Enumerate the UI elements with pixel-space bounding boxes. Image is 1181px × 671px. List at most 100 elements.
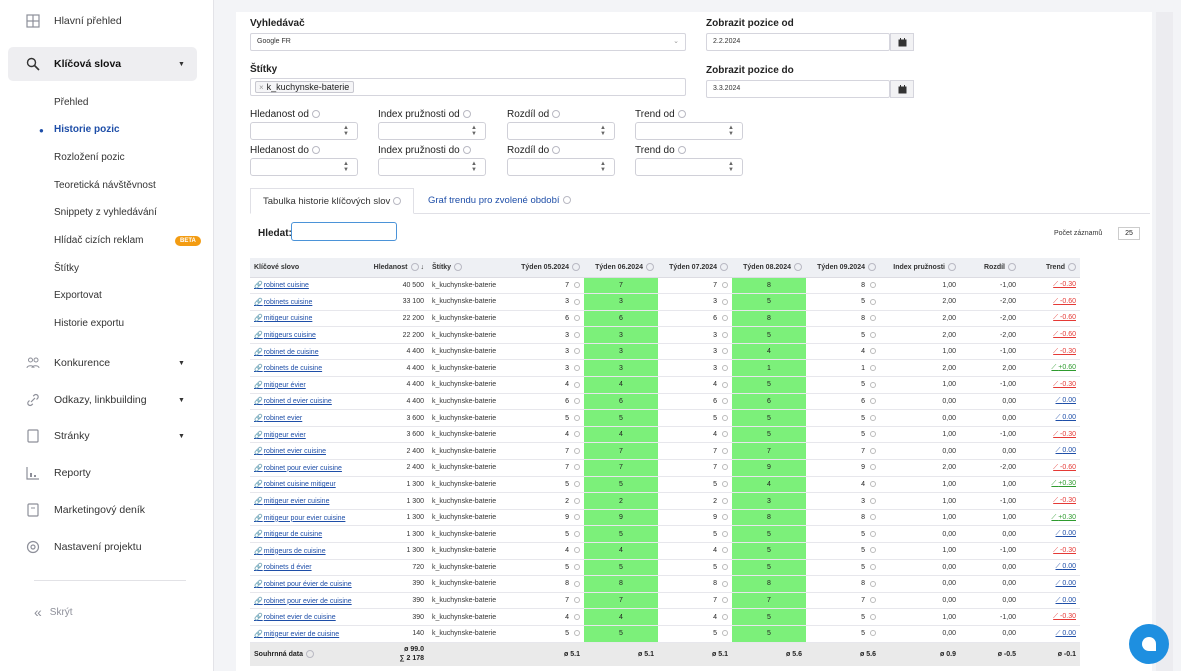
- info-icon[interactable]: [574, 630, 580, 637]
- info-icon[interactable]: [574, 564, 580, 571]
- subnav-stitky[interactable]: Štítky: [54, 262, 79, 276]
- info-icon[interactable]: [722, 547, 728, 554]
- help-icon[interactable]: [462, 146, 471, 155]
- remove-tag-icon[interactable]: ×: [259, 83, 264, 92]
- keyword-link[interactable]: 🔗mitigeur cuisine: [250, 310, 364, 328]
- info-icon[interactable]: [574, 348, 580, 355]
- col-keyword[interactable]: Klíčové slovo: [250, 258, 364, 278]
- trend-cell[interactable]: ⟋ -0.30: [1020, 376, 1080, 394]
- trend-cell[interactable]: ⟋ -0.30: [1020, 542, 1080, 560]
- info-icon[interactable]: [870, 281, 876, 288]
- tag-chip[interactable]: × k_kuchynske-baterie: [255, 81, 355, 93]
- info-icon[interactable]: [574, 481, 580, 488]
- info-icon[interactable]: [574, 514, 580, 521]
- col-week-08[interactable]: Týden 08.2024: [732, 258, 806, 278]
- help-icon[interactable]: [562, 196, 571, 205]
- trend-cell[interactable]: ⟋ 0.00: [1020, 592, 1080, 610]
- col-trend[interactable]: Trend: [1020, 258, 1080, 278]
- info-icon[interactable]: [870, 497, 876, 504]
- nav-marketingovy-denik[interactable]: Marketingový deník: [0, 493, 214, 527]
- info-icon[interactable]: [870, 431, 876, 438]
- search-input[interactable]: [291, 222, 397, 241]
- trend-cell[interactable]: ⟋ 0.00: [1020, 393, 1080, 411]
- col-difference[interactable]: Rozdíl: [960, 258, 1020, 278]
- engine-select[interactable]: Google FR ⌄: [250, 33, 686, 51]
- info-icon[interactable]: [722, 414, 728, 421]
- trend-cell[interactable]: ⟋ +0.30: [1020, 476, 1080, 494]
- trend-from-input[interactable]: ▲ ▼: [635, 122, 743, 140]
- keyword-link[interactable]: 🔗mitigeur evier de cuisine: [250, 625, 364, 643]
- info-icon[interactable]: [722, 514, 728, 521]
- keyword-link[interactable]: 🔗mitigeur pour evier cuisine: [250, 509, 364, 527]
- info-icon[interactable]: [870, 298, 876, 305]
- help-icon[interactable]: [393, 197, 402, 206]
- trend-cell[interactable]: ⟋ -0.30: [1020, 426, 1080, 444]
- keyword-link[interactable]: 🔗robinet evier de cuisine: [250, 608, 364, 626]
- trend-cell[interactable]: ⟋ 0.00: [1020, 625, 1080, 643]
- info-icon[interactable]: [870, 630, 876, 637]
- help-icon[interactable]: [454, 263, 463, 272]
- col-tags[interactable]: Štítky: [428, 258, 510, 278]
- info-icon[interactable]: [870, 613, 876, 620]
- col-week-07[interactable]: Týden 07.2024: [658, 258, 732, 278]
- info-icon[interactable]: [722, 348, 728, 355]
- info-icon[interactable]: [722, 431, 728, 438]
- trend-cell[interactable]: ⟋ 0.00: [1020, 559, 1080, 577]
- trend-cell[interactable]: ⟋ -0.60: [1020, 326, 1080, 344]
- elasticity-from-input[interactable]: ▲ ▼: [378, 122, 486, 140]
- info-icon[interactable]: [870, 414, 876, 421]
- info-icon[interactable]: [574, 281, 580, 288]
- elasticity-to-input[interactable]: ▲ ▼: [378, 158, 486, 176]
- info-icon[interactable]: [722, 613, 728, 620]
- col-elasticity[interactable]: Index pružnosti: [880, 258, 960, 278]
- stepper-arrows-icon[interactable]: ▲ ▼: [728, 125, 734, 137]
- info-icon[interactable]: [870, 580, 876, 587]
- info-icon[interactable]: [870, 597, 876, 604]
- keyword-link[interactable]: 🔗robinet de cuisine: [250, 343, 364, 361]
- records-per-page-select[interactable]: 25: [1118, 227, 1140, 240]
- stepper-arrows-icon[interactable]: ▲ ▼: [471, 125, 477, 137]
- info-icon[interactable]: [722, 398, 728, 405]
- info-icon[interactable]: [722, 331, 728, 338]
- subnav-historie-exportu[interactable]: Historie exportu: [54, 317, 124, 331]
- nav-klicova-slova[interactable]: Klíčová slova ▼: [8, 47, 197, 81]
- info-icon[interactable]: [574, 580, 580, 587]
- info-icon[interactable]: [870, 381, 876, 388]
- info-icon[interactable]: [574, 414, 580, 421]
- info-icon[interactable]: [722, 497, 728, 504]
- tab-history-table[interactable]: Tabulka historie klíčových slov: [250, 188, 415, 214]
- trend-cell[interactable]: ⟋ -0.60: [1020, 293, 1080, 311]
- nav-hlavni-prehled[interactable]: Hlavní přehled: [0, 4, 214, 38]
- keyword-link[interactable]: 🔗robinet pour évier de cuisine: [250, 575, 364, 593]
- help-icon[interactable]: [868, 263, 876, 272]
- chat-button[interactable]: [1129, 624, 1169, 664]
- nav-stranky[interactable]: Stránky ▼: [0, 419, 214, 453]
- info-icon[interactable]: [722, 315, 728, 322]
- info-icon[interactable]: [574, 530, 580, 537]
- info-icon[interactable]: [722, 580, 728, 587]
- info-icon[interactable]: [574, 447, 580, 454]
- help-icon[interactable]: [552, 110, 561, 119]
- subnav-snippety[interactable]: Snippety z vyhledávání: [54, 206, 157, 220]
- page-scrollbar[interactable]: [1156, 12, 1173, 671]
- help-icon[interactable]: [311, 146, 320, 155]
- from-date-input[interactable]: 2.2.2024: [706, 33, 890, 51]
- keyword-link[interactable]: 🔗robinet cuisine mitigeur: [250, 476, 364, 494]
- col-week-05[interactable]: Týden 05.2024: [510, 258, 584, 278]
- trend-cell[interactable]: ⟋ -0.30: [1020, 343, 1080, 361]
- info-icon[interactable]: [870, 315, 876, 322]
- tags-input[interactable]: × k_kuchynske-baterie: [250, 78, 686, 96]
- keyword-link[interactable]: 🔗robinets cuisine: [250, 293, 364, 311]
- trend-to-input[interactable]: ▲ ▼: [635, 158, 743, 176]
- col-week-06[interactable]: Týden 06.2024: [584, 258, 658, 278]
- diff-to-input[interactable]: ▲ ▼: [507, 158, 615, 176]
- search-volume-from-input[interactable]: ▲ ▼: [250, 122, 358, 140]
- trend-cell[interactable]: ⟋ +0.60: [1020, 359, 1080, 378]
- info-icon[interactable]: [870, 331, 876, 338]
- info-icon[interactable]: [574, 381, 580, 388]
- info-icon[interactable]: [722, 530, 728, 537]
- help-icon[interactable]: [720, 263, 728, 272]
- stepper-arrows-icon[interactable]: ▲ ▼: [343, 161, 349, 173]
- info-icon[interactable]: [722, 298, 728, 305]
- tab-trend-graph[interactable]: Graf trendu pro zvolené období: [416, 188, 583, 214]
